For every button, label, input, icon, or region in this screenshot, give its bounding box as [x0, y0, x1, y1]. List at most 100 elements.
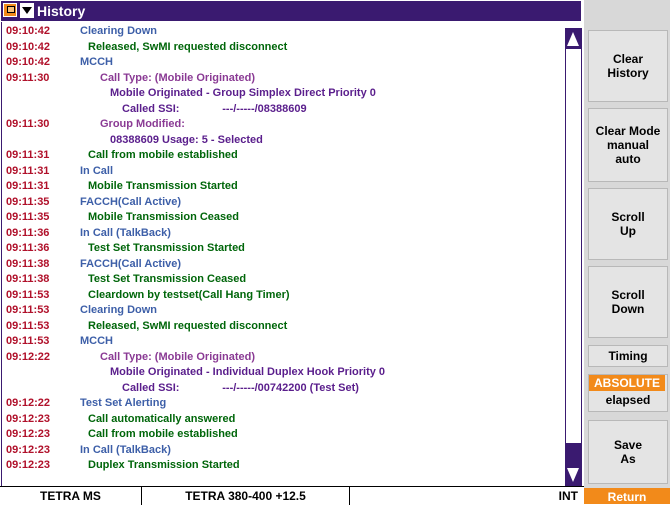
log-time: 09:11:53 — [6, 304, 50, 316]
softkey-panel: Clear History Clear Mode manual auto Scr… — [584, 0, 670, 504]
log-row: 09:12:23 Call automatically answered — [6, 413, 235, 425]
log-time: 09:12:23 — [6, 428, 51, 440]
log-message: In Call (TalkBack) — [80, 443, 171, 456]
log-row: 09:11:53 Released, SwMI requested disconn… — [6, 320, 287, 332]
timing-label: Timing — [588, 345, 668, 367]
window-icon[interactable] — [3, 3, 17, 17]
log-message: Call from mobile established — [88, 149, 238, 161]
clear-history-button[interactable]: Clear History — [588, 30, 668, 102]
log-message: FACCH(Call Active) — [80, 195, 182, 208]
log-time: 09:10:42 — [6, 56, 51, 68]
log-message: Released, SwMI requested disconnect — [88, 40, 288, 53]
clear-history-line2: History — [607, 66, 649, 80]
log-message: Call Type: (Mobile Originated) — [100, 71, 256, 84]
log-message: Duplex Transmission Started — [88, 459, 240, 471]
clear-mode-button[interactable]: Clear Mode manual auto — [588, 108, 668, 182]
scrollbar-thumb[interactable] — [566, 443, 581, 465]
log-message: Mobile Transmission Ceased — [88, 211, 239, 223]
title-bar: History — [1, 1, 581, 21]
status-band: TETRA 380-400 +12.5 — [142, 487, 350, 505]
log-time: 09:11:53 — [6, 335, 50, 347]
timing-elapsed-option: elapsed — [605, 393, 651, 407]
log-row: 09:11:35 Mobile Transmission Ceased — [6, 211, 239, 223]
log-message: Clearing Down — [80, 304, 158, 316]
log-message: In Call — [80, 164, 114, 177]
scroll-down-button[interactable]: Scroll Down — [588, 266, 668, 338]
status-reference: INT — [558, 489, 578, 503]
log-message: Test Set Transmission Started — [88, 242, 245, 254]
log-time: 09:10:42 — [6, 40, 51, 53]
scroll-up-arrow-icon[interactable] — [566, 29, 581, 49]
log-row: Called SSI: ---/-----/08388609 — [6, 103, 307, 115]
log-message: Group Modified: — [100, 118, 185, 130]
log-row: Mobile Originated - Group Simplex Direct… — [6, 87, 376, 99]
window-title: History — [37, 3, 86, 19]
log-row: 09:10:42 Clearing Down — [6, 25, 157, 37]
log-time: 09:11:36 — [6, 242, 50, 254]
timing-absolute-option: ABSOLUTE — [589, 375, 665, 391]
clear-mode-line2: manual — [606, 138, 649, 152]
log-time: 09:11:30 — [6, 118, 50, 130]
log-row: 09:11:38 Test Set Transmission Ceased — [6, 273, 246, 285]
log-row: 09:11:31 In Call — [6, 165, 113, 177]
log-row: 09:12:23 Call from mobile established — [6, 428, 238, 440]
timing-toggle-button[interactable]: ABSOLUTE elapsed — [588, 374, 668, 412]
log-row: Mobile Originated - Individual Duplex Ho… — [6, 366, 385, 378]
log-row: 09:11:38 FACCH(Call Active) — [6, 258, 181, 270]
log-time: 09:12:23 — [6, 443, 51, 456]
log-row: 08388609 Usage: 5 - Selected — [6, 134, 263, 146]
log-row: 09:12:23 In Call (TalkBack) — [6, 444, 171, 456]
log-time: 09:12:23 — [6, 459, 51, 471]
log-message: Mobile Originated - Individual Duplex Ho… — [110, 366, 386, 378]
log-time: 09:11:38 — [6, 257, 50, 270]
dropdown-arrow-icon[interactable] — [20, 3, 34, 18]
log-row: 09:12:22 Test Set Alerting — [6, 397, 166, 409]
return-button[interactable]: Return — [584, 488, 670, 504]
log-message: Call Type: (Mobile Originated) — [100, 350, 256, 363]
log-row: 09:11:53 Clearing Down — [6, 304, 157, 316]
log-row: 09:11:36 Test Set Transmission Started — [6, 242, 245, 254]
scroll-up-button[interactable]: Scroll Up — [588, 188, 668, 260]
log-row: 09:11:53 MCCH — [6, 335, 113, 347]
log-message: MCCH — [80, 335, 113, 347]
vertical-scrollbar[interactable] — [565, 28, 582, 486]
save-as-button[interactable]: Save As — [588, 420, 668, 484]
save-as-line1: Save — [613, 438, 643, 452]
log-message: MCCH — [80, 56, 113, 68]
log-time: 09:11:38 — [6, 273, 50, 285]
log-message: Test Set Transmission Ceased — [88, 273, 247, 285]
log-row: 09:12:22 Call Type: (Mobile Originated) — [6, 351, 255, 363]
scroll-up-line2: Up — [620, 224, 636, 238]
log-time: 09:12:23 — [6, 412, 51, 425]
history-window: History 09:10:42 Clearing Down 09:10:42 Rel… — [0, 0, 584, 505]
log-message: Call from mobile established — [88, 428, 238, 440]
clear-mode-line1: Clear Mode — [595, 124, 661, 138]
status-bar: TETRA MS TETRA 380-400 +12.5 INT — [0, 486, 584, 505]
scroll-down-line1: Scroll — [611, 288, 645, 302]
scroll-down-line2: Down — [611, 302, 645, 316]
scroll-down-arrow-icon[interactable] — [566, 465, 581, 485]
log-row: Called SSI: ---/-----/00742200 (Test Set… — [6, 382, 359, 394]
log-message: Test Set Alerting — [80, 397, 167, 409]
log-message: In Call (TalkBack) — [80, 226, 171, 239]
clear-history-line1: Clear — [612, 52, 644, 66]
log-message: Mobile Transmission Started — [88, 180, 238, 192]
log-time: 09:11:30 — [6, 71, 50, 84]
log-row: 09:11:30 Call Type: (Mobile Originated) — [6, 72, 255, 84]
log-time: 09:11:31 — [6, 164, 50, 177]
log-row: 09:11:36 In Call (TalkBack) — [6, 227, 171, 239]
history-log: 09:10:42 Clearing Down 09:10:42 Released, S… — [1, 22, 566, 486]
log-time: 09:11:36 — [6, 226, 50, 239]
log-row: 09:11:31 Call from mobile established — [6, 149, 238, 161]
log-message: Released, SwMI requested disconnect — [88, 319, 288, 332]
log-time: 09:11:53 — [6, 319, 50, 332]
status-mode: TETRA MS — [0, 487, 142, 505]
log-time: 09:12:22 — [6, 397, 51, 409]
log-message: Called SSI: ---/-----/00742200 (Test Set… — [122, 381, 359, 394]
log-message: 08388609 Usage: 5 - Selected — [110, 133, 263, 146]
log-time: 09:12:22 — [6, 350, 51, 363]
log-time: 09:11:31 — [6, 149, 50, 161]
log-time: 09:10:42 — [6, 25, 51, 37]
log-message: Cleardown by testset(Call Hang Timer) — [88, 288, 290, 301]
log-row: 09:11:53 Cleardown by testset(Call Hang T… — [6, 289, 290, 301]
